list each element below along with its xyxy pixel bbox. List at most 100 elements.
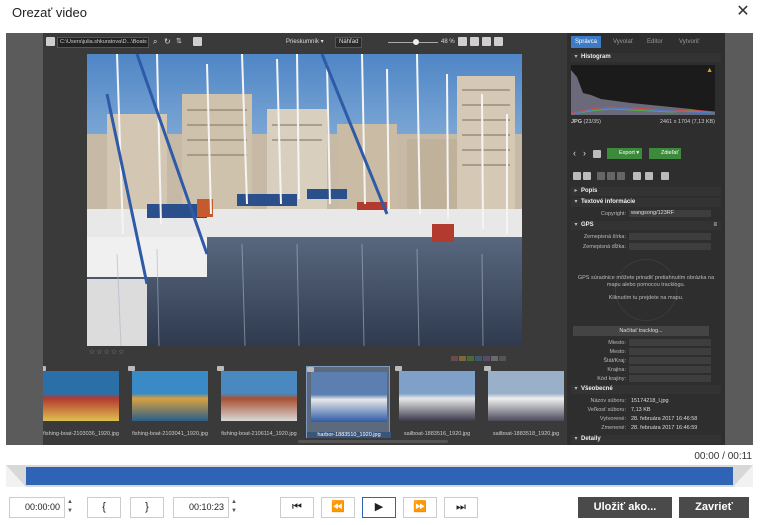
file-dimensions: 2461 x 1704 (7,13 KB) [659,119,715,125]
rating-stars: ☆☆☆☆☆ [89,349,126,356]
browser-label: Prieskumník [286,39,320,45]
load-tracklog-button: Načítať tracklog... [573,326,709,336]
go-to-start-icon[interactable]: ⏮ [280,497,314,518]
section-detaily: ▾ Detaily [571,435,721,444]
start-time-field[interactable]: 00:00:00 [9,497,65,518]
location-value [629,366,711,373]
gps-map-link: Kliknutím tu prejdete na mapu. [608,295,684,301]
paste-icon [607,172,615,180]
thumb-image [311,372,387,422]
filmstrip: fishing-boat-2103036_1920.jpg fishing-boa… [43,361,564,445]
general-value: 7,13 KB [631,407,651,413]
thumb-caption: fishing-boat-2103041_1920.jpg [132,431,208,437]
trim-timeline[interactable] [6,465,753,487]
thumb-caption: fishing-boat-2103036_1920.jpg [43,431,119,437]
start-time-stepper[interactable]: ▲ ▼ [66,498,74,516]
info-icon [661,172,669,180]
panel-tab: Správca [571,36,602,48]
filmstrip-thumb: harbor-1883510_1920.jpg [306,366,391,438]
browser-button: Prieskumník ▾ [286,39,324,45]
longitude-row: Zemepisná dĺžka: [571,243,721,251]
section-vseobecne: ▾ Všeobecné [571,385,721,394]
trim-selection [26,467,733,485]
filmstrip-thumb: fishing-boat-2103041_1920.jpg [128,366,212,438]
general-value: 28. februára 2017 16:46:59 [631,425,698,431]
nav-row: ‹ › Export ▾ Zdieľať [571,148,721,160]
play-icon[interactable]: ▶ [362,497,396,518]
rotate-left-icon [573,172,581,180]
latitude-label: Zemepisná šírka: [583,234,626,240]
trim-start-handle[interactable] [6,465,26,487]
location-row: Miesto: [571,339,721,347]
thumb-caption: sailboat-1883518_1920.jpg [492,431,560,437]
location-row: Štát/Kraj: [571,357,721,365]
general-row: Vytvorené: 28. februára 2017 16:46:58 [571,415,721,423]
section-gps-label: GPS [581,222,594,228]
location-value [629,348,711,355]
section-textove: ▾ Textové informácie [571,198,721,207]
longitude-value [629,243,711,250]
tag-icon [645,172,653,180]
fit-icon [458,37,467,46]
latitude-row: Zemepisná šírka: [571,233,721,241]
copyright-value: wangsong/123RF [629,210,711,217]
next-icon: › [583,148,586,158]
location-row: Kód krajiny: [571,375,721,383]
thumb-image [221,371,297,421]
tools-row [571,170,721,182]
close-icon[interactable]: ✕ [734,3,752,21]
step-back-icon[interactable]: ⏪ [321,497,355,518]
location-label: Miesto: [608,340,626,346]
section-detaily-label: Detaily [581,436,601,442]
general-label: Veľkosť súboru: [587,407,626,413]
location-value [629,339,711,346]
menu-icon: ≡ [713,222,717,228]
export-button: Export ▾ [607,148,643,159]
panel-tab: Vytvoriť [679,39,700,45]
main-photo [87,54,522,346]
thumb-image [399,371,475,421]
step-forward-icon[interactable]: ⏩ [403,497,437,518]
end-time-stepper[interactable]: ▲ ▼ [230,498,238,516]
general-row: Veľkosť súboru: 7,13 KB [571,406,721,414]
share-button: Zdieľať [649,148,682,159]
location-row: Mesto: [571,348,721,356]
title-bar: Orezať video ✕ [0,0,760,26]
filmstrip-thumb: fishing-boat-2106114_1920.jpg [217,366,301,438]
preview-label: Náhľad [339,39,359,45]
harbor-photo [87,54,522,346]
position-readout: 00:00 / 00:11 [694,451,752,462]
duplicate-icon [617,172,625,180]
mark-out-button[interactable]: } [130,497,164,518]
window-title: Orezať video [12,5,87,20]
section-popis: ▸ Popis [571,187,721,196]
section-popis-label: Popis [581,188,598,194]
file-index: (23/35) [583,119,601,125]
thumb-caption: fishing-boat-2106114_1920.jpg [221,431,297,437]
save-as-button[interactable]: Uložiť ako... [578,497,672,518]
histogram-label: Histogram [581,54,611,60]
thumb-caption: sailboat-1883516_1920.jpg [403,431,471,437]
warning-icon: ▲ [706,67,713,74]
mark-in-button[interactable]: { [87,497,121,518]
zoom-slider [388,39,438,45]
thumb-image [43,371,119,421]
trim-end-handle[interactable] [733,465,753,487]
section-gps: ▾ GPS ≡ [571,221,721,230]
location-label: Krajina: [607,367,626,373]
wrench-icon [633,172,641,180]
latitude-value [629,233,711,240]
end-time-field[interactable]: 00:10:23 [173,497,229,518]
location-row: Krajina: [571,366,721,374]
general-row: Zmenené: 28. februára 2017 16:46:59 [571,424,721,432]
section-textove-label: Textové informácie [581,199,636,205]
rotate-right-icon [583,172,591,180]
zoom-icon [494,37,503,46]
export-label: Export [619,150,635,156]
filmstrip-thumb: fishing-boat-2103036_1920.jpg [43,366,123,438]
go-to-end-icon[interactable]: ⏭ [444,497,478,518]
close-button[interactable]: Zavrieť [679,497,749,518]
location-value [629,357,711,364]
new-folder-icon [193,37,202,46]
location-value [629,375,711,382]
